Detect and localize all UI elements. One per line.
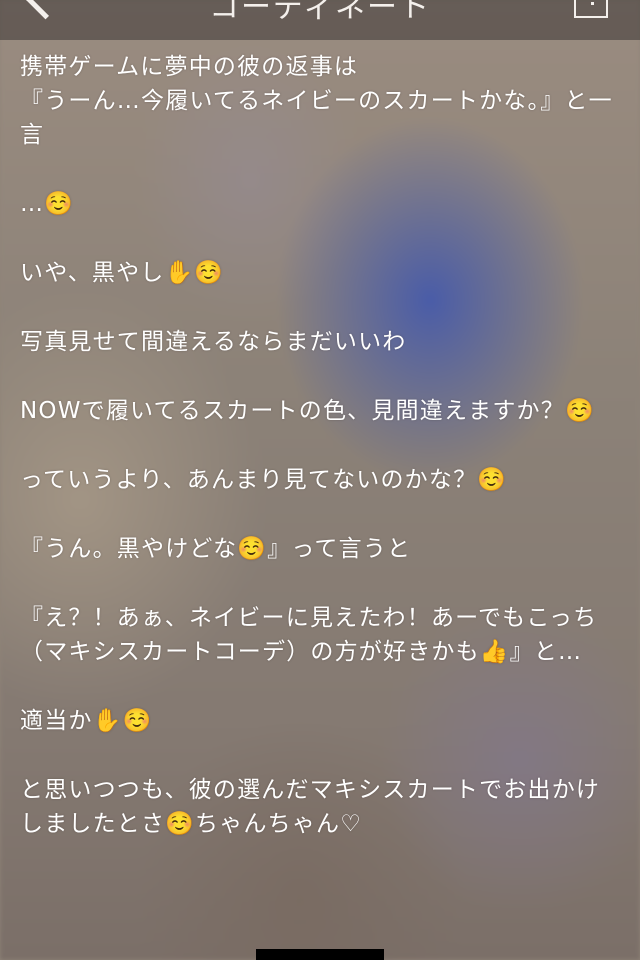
paragraph: 『え？！あぁ、ネイビーに見えたわ！あーでもこっち（マキシスカートコーデ）の方が好… <box>20 605 598 665</box>
paragraph: 適当か✋☺️ <box>20 708 153 734</box>
paragraph: 『うん。黒やけどな☺️』って言うと <box>20 536 412 562</box>
paragraph: 写真見せて間違えるならまだいいわ <box>20 329 407 355</box>
paragraph: と思いつつも、彼の選んだマキシスカートでお出かけしましたとさ☺️ちゃんちゃん♡ <box>20 777 601 837</box>
paragraph: …☺️ <box>20 191 75 217</box>
navigation-bar: コーディネート <box>0 0 640 40</box>
paragraph: っていうより、あんまり見てないのかな？☺️ <box>20 467 508 493</box>
article-body: 携帯ゲームに夢中の彼の返事は 『うーん…今履いてるネイビーのスカートかな。』と一… <box>20 50 620 876</box>
menu-box-icon[interactable] <box>574 0 608 18</box>
page-title: コーディネート <box>209 0 431 25</box>
home-indicator <box>256 949 384 960</box>
paragraph: いや、黒やし✋☺️ <box>20 260 225 286</box>
paragraph: NOWで履いてるスカートの色、見間違えますか？☺️ <box>20 398 595 424</box>
paragraph: 携帯ゲームに夢中の彼の返事は 『うーん…今履いてるネイビーのスカートかな。』と一… <box>20 54 613 148</box>
